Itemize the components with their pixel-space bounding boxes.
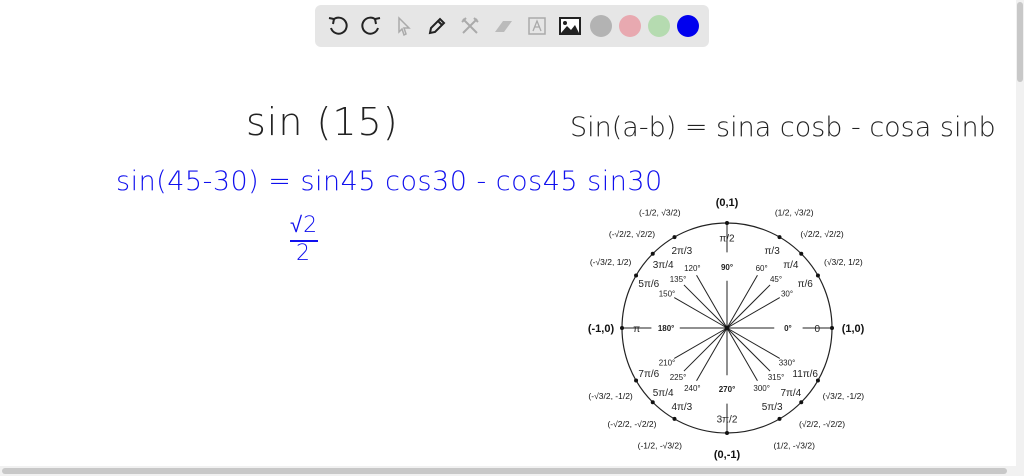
color-pink[interactable] bbox=[618, 15, 641, 37]
radian-label: 5π/6 bbox=[638, 279, 659, 290]
fraction-numerator: √2 bbox=[290, 213, 319, 238]
radian-label: 5π/3 bbox=[762, 402, 783, 413]
coordinate-label: (√2/2, -√2/2) bbox=[799, 419, 845, 429]
degree-label: 300° bbox=[753, 384, 770, 393]
coordinate-label: (0,1) bbox=[716, 197, 739, 209]
coordinate-label: (-1,0) bbox=[588, 323, 615, 335]
degree-label: 60° bbox=[756, 264, 768, 273]
angle-point-dot bbox=[650, 400, 655, 405]
angle-point-dot bbox=[672, 416, 677, 421]
image-icon[interactable] bbox=[557, 13, 583, 39]
angle-point-dot bbox=[650, 251, 655, 256]
radian-label: 3π/2 bbox=[717, 414, 738, 425]
radian-label: π/4 bbox=[783, 260, 799, 271]
degree-label: 150° bbox=[659, 289, 676, 298]
degree-label: 240° bbox=[684, 384, 701, 393]
pen-icon[interactable] bbox=[424, 13, 450, 39]
angle-point-dot bbox=[777, 235, 782, 240]
angle-point-dot bbox=[777, 416, 782, 421]
coordinate-label: (-√2/2, -√2/2) bbox=[607, 419, 656, 429]
expansion-formula: sin(45-30) = sin45 cos30 - cos45 sin30 bbox=[116, 166, 663, 197]
vertical-scrollbar-thumb[interactable] bbox=[1017, 2, 1023, 82]
color-green[interactable] bbox=[648, 15, 671, 37]
color-blue[interactable] bbox=[677, 15, 700, 37]
coordinate-label: (-√3/2, 1/2) bbox=[590, 257, 632, 267]
eraser-icon[interactable] bbox=[490, 13, 516, 39]
degree-label: 270° bbox=[719, 385, 736, 394]
radian-label: 7π/6 bbox=[638, 369, 659, 380]
radian-label: 0 bbox=[815, 324, 821, 335]
radian-label: 7π/4 bbox=[780, 388, 801, 399]
radian-label: π/3 bbox=[765, 246, 781, 257]
unit-circle-diagram: 0° 0 (1,0) 30° π/6 (√3/2, 1/2) 45°π/4 (√2/2, √2… bbox=[588, 197, 865, 461]
degree-label: 90° bbox=[721, 263, 733, 272]
angle-point-dot bbox=[830, 326, 834, 330]
undo-icon[interactable] bbox=[325, 13, 351, 39]
tools-icon[interactable] bbox=[457, 13, 483, 39]
coordinate-label: (-1/2, √3/2) bbox=[639, 208, 681, 218]
angle-point-dot bbox=[672, 235, 677, 240]
angle-point-dot bbox=[634, 273, 639, 278]
color-gray[interactable] bbox=[589, 15, 612, 37]
coordinate-label: (√3/2, -1/2) bbox=[823, 391, 865, 401]
radian-label: 2π/3 bbox=[671, 246, 692, 257]
radian-label: π/2 bbox=[719, 234, 735, 245]
degree-label: 225° bbox=[670, 373, 687, 382]
radian-label: π/6 bbox=[798, 279, 814, 290]
degree-label: 180° bbox=[658, 324, 675, 333]
text-icon[interactable] bbox=[524, 13, 550, 39]
coordinate-label: (-√3/2, -1/2) bbox=[588, 391, 633, 401]
angle-point-dot bbox=[725, 431, 729, 435]
degree-label: 135° bbox=[670, 275, 687, 284]
degree-label: 315° bbox=[768, 373, 785, 382]
coordinate-label: (1/2, -√3/2) bbox=[773, 440, 815, 450]
origin-dot bbox=[724, 325, 730, 331]
coordinate-label: (0,-1) bbox=[714, 449, 741, 461]
coordinate-label: (-√2/2, √2/2) bbox=[609, 229, 655, 239]
coordinate-label: (√3/2, 1/2) bbox=[824, 257, 863, 267]
degree-label: 120° bbox=[684, 264, 701, 273]
radian-label: 3π/4 bbox=[653, 260, 674, 271]
redo-icon[interactable] bbox=[358, 13, 384, 39]
angle-point-dot bbox=[725, 221, 729, 225]
angle-point-dot bbox=[799, 400, 804, 405]
identity-formula: Sin(a-b) = sina cosb - cosa sinb bbox=[570, 112, 996, 143]
angle-point-dot bbox=[815, 273, 820, 278]
radian-label: 11π/6 bbox=[792, 369, 818, 380]
degree-label: 330° bbox=[779, 359, 796, 368]
fraction-denominator: 2 bbox=[296, 241, 311, 266]
coordinate-label: (1,0) bbox=[842, 323, 865, 335]
degree-label: 210° bbox=[659, 359, 676, 368]
select-icon[interactable] bbox=[391, 13, 417, 39]
radian-label: 4π/3 bbox=[671, 402, 692, 413]
vertical-scrollbar[interactable] bbox=[1016, 0, 1024, 466]
radian-label: π bbox=[633, 324, 640, 335]
coordinate-label: (1/2, √3/2) bbox=[775, 208, 814, 218]
angle-point-dot bbox=[620, 326, 624, 330]
degree-label: 30° bbox=[781, 289, 793, 298]
radian-label: 5π/4 bbox=[653, 388, 674, 399]
degree-label: 45° bbox=[770, 275, 782, 284]
horizontal-scrollbar-thumb[interactable] bbox=[2, 468, 1007, 474]
horizontal-scrollbar[interactable] bbox=[0, 466, 1024, 476]
degree-label: 0° bbox=[784, 324, 792, 333]
heading-sin-15: sin (15) bbox=[246, 100, 399, 144]
angle-point-dot bbox=[799, 251, 804, 256]
coordinate-label: (√2/2, √2/2) bbox=[800, 229, 844, 239]
whiteboard-toolbar bbox=[315, 5, 709, 47]
coordinate-label: (-1/2, -√3/2) bbox=[638, 440, 683, 450]
